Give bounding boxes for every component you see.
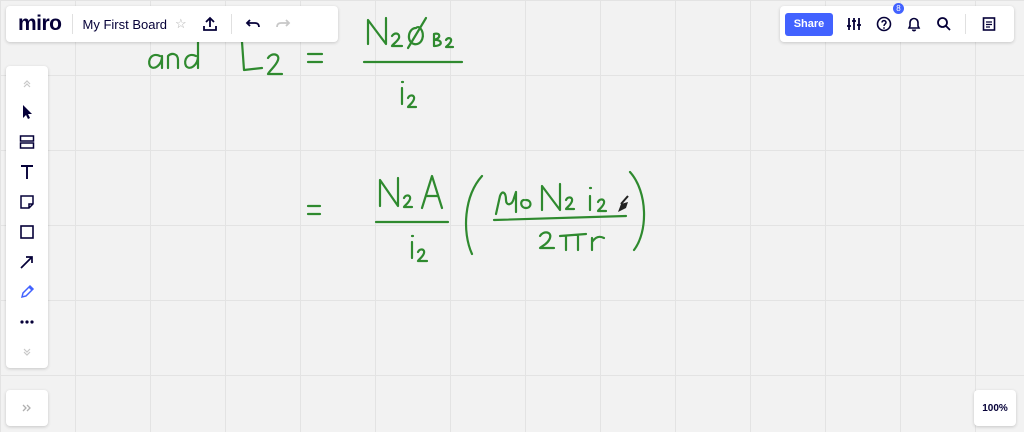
square-icon	[20, 225, 34, 239]
sticky-note-tool[interactable]	[12, 188, 42, 216]
ink-phi	[406, 16, 428, 50]
ink-i2-num	[588, 186, 608, 213]
star-icon[interactable]: ☆	[175, 16, 187, 32]
pen-icon	[20, 284, 35, 299]
more-tools[interactable]	[12, 308, 42, 336]
pen-tool[interactable]	[12, 278, 42, 306]
ink-N2A	[378, 174, 444, 210]
ink-L2	[240, 40, 284, 76]
ink-i2-2	[410, 234, 429, 263]
collaboration-bar: Share 8	[780, 3, 1014, 42]
upload-icon[interactable]	[195, 9, 225, 39]
ink-2pir	[538, 231, 606, 252]
more-icon	[20, 320, 34, 324]
scroll-down-icon[interactable]	[12, 338, 42, 366]
board-canvas[interactable]	[0, 0, 1024, 432]
sticky-note-icon	[20, 195, 34, 209]
help-icon[interactable]: 8	[869, 3, 904, 39]
ink-right-paren	[628, 170, 646, 252]
scroll-up-icon[interactable]	[12, 70, 42, 98]
share-button[interactable]: Share	[785, 12, 833, 36]
expand-panel-button[interactable]	[6, 390, 48, 426]
notes-icon[interactable]	[974, 9, 1004, 39]
double-chevron-right-icon	[22, 404, 31, 412]
bell-icon[interactable]	[899, 9, 929, 39]
select-tool[interactable]	[12, 98, 42, 126]
redo-icon[interactable]	[268, 9, 298, 39]
frame-tool[interactable]	[12, 128, 42, 156]
zoom-level[interactable]: 100%	[974, 390, 1016, 426]
ink-equals-1	[306, 52, 324, 64]
board-header: miro My First Board ☆	[6, 6, 338, 42]
ink-N2-num	[540, 182, 576, 212]
arrow-icon	[20, 256, 33, 269]
miro-logo[interactable]: miro	[18, 12, 62, 36]
divider	[965, 14, 966, 34]
text-icon	[21, 165, 33, 179]
undo-icon[interactable]	[238, 9, 268, 39]
sliders-icon[interactable]	[839, 9, 869, 39]
ink-and	[148, 38, 200, 70]
ink-equals-2	[306, 204, 322, 216]
ink-i2-1	[400, 80, 418, 109]
notification-badge: 8	[893, 3, 904, 14]
ink-left-paren	[464, 174, 484, 256]
ink-N2	[366, 16, 404, 48]
shape-tool[interactable]	[12, 218, 42, 246]
handwritten-equations	[148, 16, 646, 263]
ink-fraction-bar-3	[492, 214, 628, 222]
pen-cursor-icon	[618, 195, 629, 212]
ink-mu0	[494, 190, 532, 216]
connection-line-tool[interactable]	[12, 248, 42, 276]
text-tool[interactable]	[12, 158, 42, 186]
divider	[230, 14, 232, 34]
cursor-icon	[23, 105, 32, 119]
tool-palette	[6, 66, 48, 368]
divider	[71, 14, 73, 34]
board-title[interactable]: My First Board	[83, 17, 168, 32]
ink-B2	[432, 32, 455, 49]
search-icon[interactable]	[929, 9, 959, 39]
template-icon	[19, 135, 35, 149]
